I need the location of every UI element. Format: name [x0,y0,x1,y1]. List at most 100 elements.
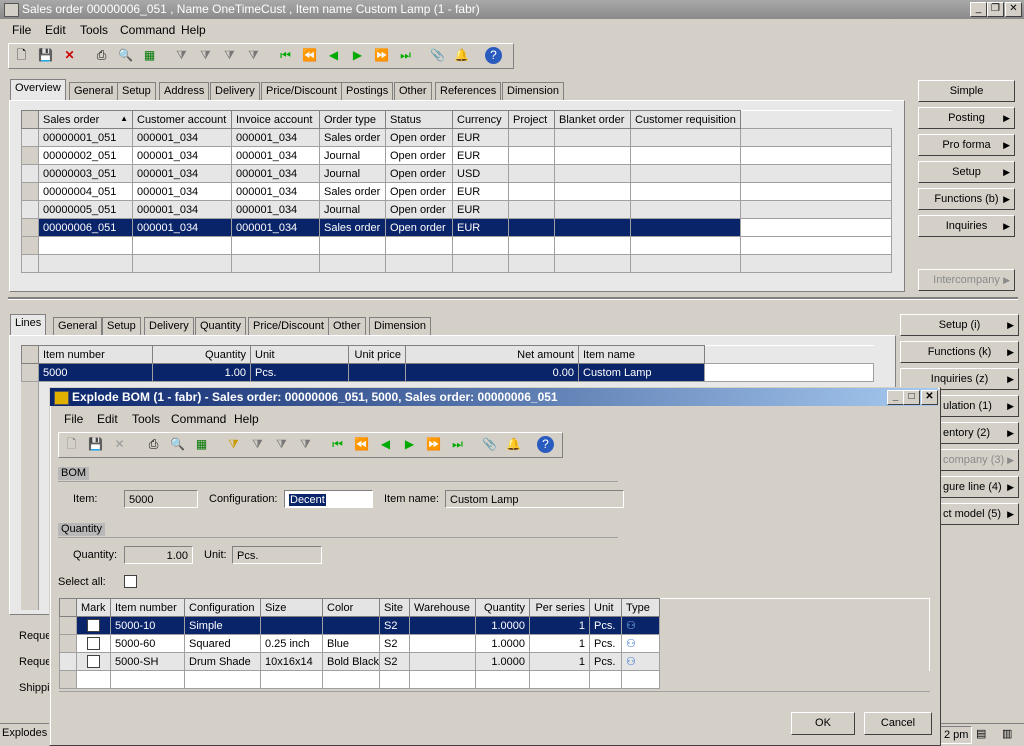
configuration-field[interactable]: Decent [284,490,373,508]
row-selector[interactable] [59,616,77,635]
cell-customer-account[interactable]: 000001_034 [132,200,232,219]
functions-button[interactable]: Functions (b) ▶ [918,188,1015,210]
row-selector[interactable] [21,128,39,147]
cell-invoice-account[interactable]: 000001_034 [231,164,320,183]
cell-order-type[interactable]: Sales order [319,182,386,201]
next-page-icon[interactable]: ⏩ [425,436,442,453]
cell-currency[interactable]: EUR [452,218,509,237]
col-site[interactable]: Site [379,598,410,617]
cell-project[interactable] [508,164,555,183]
cell-color[interactable] [322,616,380,635]
col-project[interactable]: Project [508,110,555,129]
cell-site[interactable]: S2 [379,616,410,635]
cell-customer-account[interactable]: 000001_034 [132,164,232,183]
cell-sales-order[interactable]: 00000002_051 [38,146,133,165]
cell-order-type[interactable]: Sales order [319,128,386,147]
last-record-icon[interactable]: ⏭ [449,436,466,453]
cell-currency[interactable]: EUR [452,200,509,219]
row-selector[interactable] [21,182,39,201]
cell-project[interactable] [508,182,555,201]
splitter[interactable] [8,297,1018,300]
prev-record-icon[interactable]: ◀ [377,436,394,453]
table-row[interactable]: 5000-SH Drum Shade 10x16x14 Bold Black S… [59,652,930,671]
cell-quantity[interactable]: 1.0000 [475,652,530,671]
cell-customer-requisition[interactable] [630,182,741,201]
dialog-close-icon[interactable]: ✕ [921,390,938,405]
cell-item-number[interactable]: 5000-60 [110,634,185,653]
row-selector[interactable] [21,218,39,237]
col-size[interactable]: Size [260,598,323,617]
mark-checkbox[interactable] [87,637,100,650]
cell-sales-order[interactable]: 00000005_051 [38,200,133,219]
new-icon[interactable]: 🗋 [63,436,80,453]
cell-quantity[interactable]: 1.0000 [475,634,530,653]
cell-project[interactable] [508,218,555,237]
new-icon[interactable]: 🗋 [13,47,30,64]
tab-general[interactable]: General [69,82,119,100]
cell-currency[interactable]: EUR [452,128,509,147]
tab-lines-other[interactable]: Other [328,317,366,335]
row-selector[interactable] [21,146,39,165]
document-handling-icon[interactable]: 📎 [481,436,498,453]
cell-unit[interactable]: Pcs. [589,634,622,653]
menu-tools[interactable]: Tools [80,23,108,37]
last-record-icon[interactable]: ⏭ [397,47,414,64]
cell-status[interactable]: Open order [385,200,453,219]
table-row-selected[interactable]: 5000-10 Simple S2 1.0000 1 Pcs. ⚇ [59,616,930,635]
excel-icon[interactable]: ▦ [193,436,210,453]
cell-blanket-order[interactable] [554,164,631,183]
cell-order-type[interactable]: Journal [319,200,386,219]
col-color[interactable]: Color [322,598,380,617]
close-icon[interactable]: ✕ [1005,2,1022,17]
menu-file[interactable]: File [12,23,31,37]
lines-setup-button[interactable]: Setup (i) ▶ [900,314,1019,336]
print-preview-icon[interactable]: 🔍 [169,436,186,453]
cell-warehouse[interactable] [409,616,476,635]
dialog-menu-command[interactable]: Command [171,412,226,426]
cell-sales-order[interactable]: 00000006_051 [38,218,133,237]
cell-customer-requisition[interactable] [630,200,741,219]
posting-button[interactable]: Posting ▶ [918,107,1015,129]
prev-page-icon[interactable]: ⏪ [353,436,370,453]
cell-warehouse[interactable] [409,652,476,671]
cell-customer-requisition[interactable] [630,164,741,183]
filter-icon[interactable]: ⧩ [173,47,190,64]
col-item-name[interactable]: Item name [578,345,705,364]
next-record-icon[interactable]: ▶ [349,47,366,64]
col-mark[interactable]: Mark [76,598,111,617]
tab-overview[interactable]: Overview [10,79,66,101]
cell-unit[interactable]: Pcs. [589,616,622,635]
cell-unit-price[interactable] [348,363,406,382]
pro-forma-button[interactable]: Pro forma ▶ [918,134,1015,156]
cell-quantity[interactable]: 1.0000 [475,616,530,635]
cell-blanket-order[interactable] [554,200,631,219]
cell-currency[interactable]: EUR [452,182,509,201]
cell-unit[interactable]: Pcs. [250,363,349,382]
cell-project[interactable] [508,200,555,219]
cell-customer-account[interactable]: 000001_034 [132,128,232,147]
tab-lines-delivery[interactable]: Delivery [144,317,194,335]
cell-type[interactable]: ⚇ [621,616,660,635]
cell-customer-requisition[interactable] [630,128,741,147]
cell-size[interactable]: 0.25 inch [260,634,323,653]
filter-icon[interactable]: ⧩ [225,436,242,453]
print-icon[interactable]: ⎙ [93,47,110,64]
col-invoice-account[interactable]: Invoice account [231,110,320,129]
row-selector[interactable] [21,363,39,382]
intercompany-button[interactable]: Intercompany ▶ [918,269,1015,291]
cell-item-number[interactable]: 5000 [38,363,153,382]
dialog-menu-file[interactable]: File [64,412,83,426]
table-row-empty[interactable] [21,254,892,273]
cell-type[interactable]: ⚇ [621,652,660,671]
filter-selection-icon[interactable]: ⧩ [197,47,214,64]
cell-warehouse[interactable] [409,634,476,653]
ok-button[interactable]: OK [791,712,855,735]
next-record-icon[interactable]: ▶ [401,436,418,453]
tab-lines-price-discount[interactable]: Price/Discount [248,317,329,335]
cell-project[interactable] [508,146,555,165]
cell-status[interactable]: Open order [385,146,453,165]
first-record-icon[interactable]: ⏮ [277,47,294,64]
dialog-menu-edit[interactable]: Edit [97,412,118,426]
cell-item-name[interactable]: Custom Lamp [578,363,705,382]
tab-address[interactable]: Address [159,82,210,100]
